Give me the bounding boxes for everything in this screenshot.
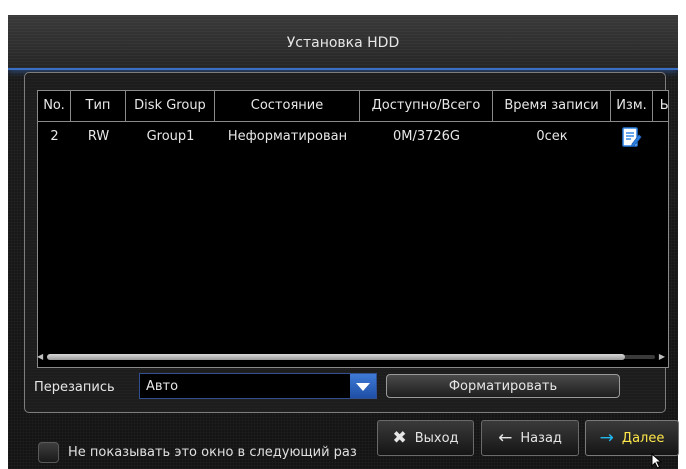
scroll-left-icon[interactable]: ◀ <box>37 352 43 362</box>
column-header-truncated[interactable]: Ы <box>653 91 668 121</box>
column-header-disk-group[interactable]: Disk Group <box>126 91 215 121</box>
format-button[interactable]: Форматировать <box>386 374 620 398</box>
cell-truncated <box>653 122 668 152</box>
exit-button[interactable]: ✖ Выход <box>377 420 474 456</box>
title-bar: Установка HDD <box>8 15 678 70</box>
cell-edit <box>611 122 653 152</box>
content-panel: No. Тип Disk Group Состояние Доступно/Вс… <box>24 72 669 413</box>
cell-no: 2 <box>50 129 59 144</box>
arrow-right-icon: → <box>599 427 614 448</box>
overwrite-label: Перезапись <box>34 380 115 395</box>
column-header-no[interactable]: No. <box>38 91 71 121</box>
window-title: Установка HDD <box>286 35 400 51</box>
cell-state: Неформатирован <box>227 129 348 144</box>
dont-show-label: Не показывать это окно в следующий раз <box>68 445 357 460</box>
cell-record-time: 0сек <box>536 129 568 144</box>
column-header-record-time[interactable]: Время записи <box>493 91 611 121</box>
back-button-label: Назад <box>520 430 562 446</box>
dropdown-toggle[interactable] <box>350 374 376 398</box>
cell-type: RW <box>87 129 110 144</box>
cell-available-total: 0M/3726G <box>392 129 461 144</box>
next-button[interactable]: → Далее <box>585 420 679 456</box>
hdd-setup-window: Установка HDD No. Тип Disk Group Состоян… <box>8 15 678 469</box>
column-header-available-total[interactable]: Доступно/Всего <box>360 91 493 121</box>
hdd-table: No. Тип Disk Group Состояние Доступно/Вс… <box>37 90 669 368</box>
overwrite-select[interactable]: Авто <box>139 373 377 399</box>
cell-disk-group: Group1 <box>146 129 195 144</box>
dont-show-checkbox[interactable] <box>38 442 59 463</box>
column-header-type[interactable]: Тип <box>71 91 126 121</box>
close-icon: ✖ <box>392 427 407 448</box>
overwrite-value: Авто <box>146 379 179 394</box>
exit-button-label: Выход <box>414 430 459 446</box>
table-row[interactable]: 2 RW Group1 Неформатирован 0M/3726G 0сек <box>38 122 668 152</box>
table-header: No. Тип Disk Group Состояние Доступно/Вс… <box>38 91 668 122</box>
next-button-label: Далее <box>621 430 665 446</box>
scrollbar-thumb[interactable] <box>47 354 625 360</box>
arrow-left-icon: ← <box>498 427 513 448</box>
mouse-cursor-icon <box>651 453 663 469</box>
edit-icon[interactable] <box>622 127 642 149</box>
dont-show-option[interactable]: Не показывать это окно в следующий раз <box>38 442 378 466</box>
column-header-edit[interactable]: Изм. <box>611 91 653 121</box>
scroll-right-icon[interactable]: ▶ <box>659 352 665 362</box>
horizontal-scrollbar[interactable]: ◀ ▶ <box>37 350 665 364</box>
chevron-down-icon <box>356 383 370 391</box>
column-header-state[interactable]: Состояние <box>215 91 360 121</box>
back-button[interactable]: ← Назад <box>481 420 579 456</box>
